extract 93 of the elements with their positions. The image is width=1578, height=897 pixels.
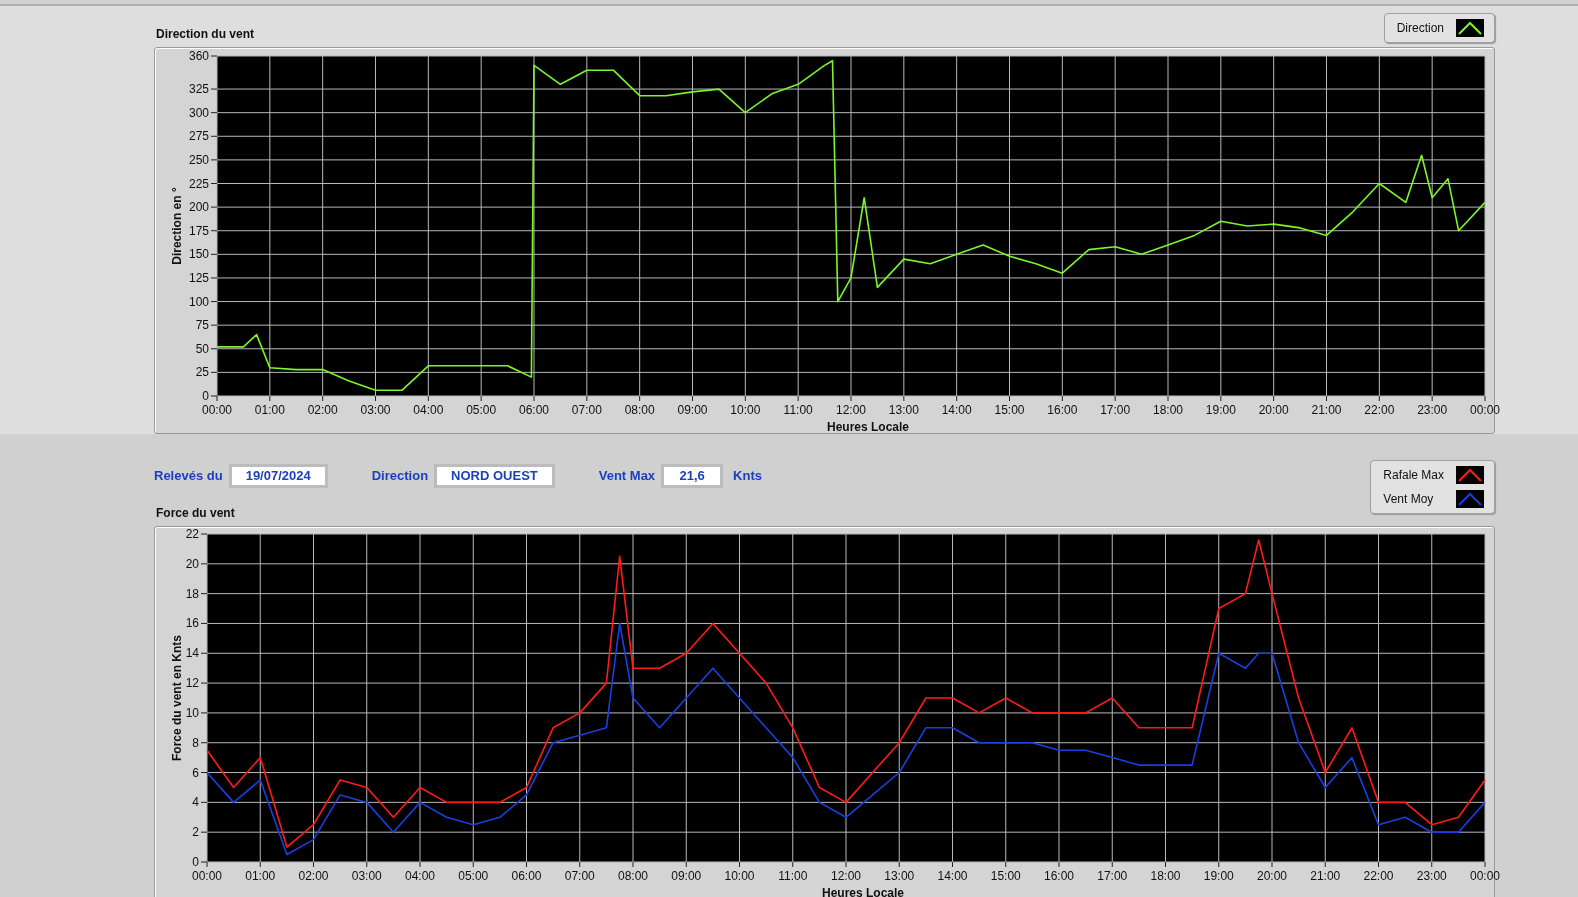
x-tick-label: 23:00 [1416,869,1447,883]
x-tick-label: 21:00 [1311,403,1342,417]
y-tick-label: 4 [192,795,199,810]
x-tick-label: 21:00 [1310,869,1341,883]
y-tick-label: 175 [188,223,209,238]
y-tick-label: 325 [188,82,209,97]
x-tick-label: 20:00 [1257,869,1287,883]
x-tick-label: 07:00 [564,869,595,883]
y-tick-label: 200 [188,200,209,215]
y-tick-label: 16 [185,616,199,631]
value-field: 19/07/2024 [228,464,328,488]
x-tick-label: 17:00 [1100,403,1131,417]
x-tick-label: 17:00 [1097,869,1128,883]
x-tick-label: 11:00 [783,403,813,417]
x-tick-label: 09:00 [671,869,702,883]
x-tick-label: 05:00 [458,869,489,883]
x-tick-label: 02:00 [307,403,338,417]
unit-label: Knts [733,467,762,486]
x-tick-label: 04:00 [413,403,444,417]
field-label: Direction [371,467,429,486]
x-tick-label: 14:00 [941,403,972,417]
x-tick-label: 12:00 [831,869,861,883]
x-tick-label: 15:00 [994,403,1025,417]
y-tick-label: 6 [192,765,199,780]
x-tick-label: 20:00 [1258,403,1289,417]
x-tick-label: 10:00 [730,403,761,417]
x-tick-label: 01:00 [245,869,276,883]
y-tick-label: 2 [192,825,199,840]
x-tick-label: 02:00 [298,869,329,883]
x-tick-label: 15:00 [990,869,1021,883]
y-tick-label: 0 [192,855,199,869]
field-label: Relevés du [154,467,223,486]
x-tick-label: 18:00 [1150,869,1181,883]
x-tick-label: 22:00 [1364,403,1395,417]
x-tick-label: 00:00 [192,869,222,883]
x-tick-label: 05:00 [466,403,497,417]
x-tick-label: 13:00 [884,869,915,883]
x-tick-label: 00:00 [1470,869,1500,883]
x-axis-title: Heures Locale [827,420,909,434]
y-tick-label: 125 [188,270,209,285]
x-tick-label: 10:00 [724,869,755,883]
y-tick-label: 100 [188,294,209,309]
y-tick-label: 50 [195,341,209,356]
y-tick-label: 300 [188,105,209,120]
x-tick-label: 19:00 [1205,403,1236,417]
y-tick-label: 75 [195,318,209,333]
y-tick-label: 10 [185,705,199,720]
x-tick-label: 06:00 [519,403,549,417]
x-tick-label: 13:00 [888,403,919,417]
y-tick-label: 360 [188,49,209,63]
y-tick-label: 250 [188,152,209,167]
y-tick-label: 225 [188,176,209,191]
y-tick-label: 20 [185,556,199,571]
y-tick-label: 25 [195,365,209,380]
legend-label: Rafale Max [1383,467,1444,484]
x-tick-label: 03:00 [360,403,391,417]
x-tick-label: 16:00 [1044,869,1074,883]
x-tick-label: 08:00 [624,403,655,417]
x-tick-label: 18:00 [1153,403,1183,417]
x-tick-label: 00:00 [202,403,232,417]
x-tick-label: 19:00 [1203,869,1234,883]
x-tick-label: 01:00 [254,403,285,417]
x-tick-label: 16:00 [1047,403,1078,417]
x-tick-label: 14:00 [937,869,968,883]
x-tick-label: 09:00 [677,403,708,417]
x-tick-label: 08:00 [618,869,648,883]
y-axis-title: Direction en ° [170,187,184,265]
x-tick-label: 00:00 [1470,403,1500,417]
y-tick-label: 14 [185,646,199,661]
y-tick-label: 0 [202,389,209,403]
y-tick-label: 8 [192,735,199,750]
chart-title: Direction du vent [156,26,254,43]
value-field: 21,6 [661,464,724,488]
x-tick-label: 07:00 [571,403,602,417]
field-label: Vent Max [598,467,656,486]
x-tick-label: 11:00 [778,869,808,883]
y-tick-label: 150 [188,247,209,262]
x-tick-label: 12:00 [836,403,866,417]
y-tick-label: 275 [188,129,209,144]
x-tick-label: 04:00 [405,869,435,883]
x-tick-label: 03:00 [351,869,382,883]
x-tick-label: 23:00 [1417,403,1448,417]
value-field: NORD OUEST [434,464,555,488]
y-tick-label: 18 [185,586,199,601]
y-tick-label: 12 [185,676,199,691]
x-tick-label: 06:00 [511,869,542,883]
legend-label: Direction [1396,20,1444,37]
legend-label: Vent Moy [1383,491,1434,508]
y-tick-label: 22 [185,527,199,541]
x-tick-label: 22:00 [1363,869,1394,883]
chart-title: Force du vent [156,505,236,522]
x-axis-title: Heures Locale [822,886,904,897]
y-axis-title: Force du vent en Knts [170,635,184,761]
